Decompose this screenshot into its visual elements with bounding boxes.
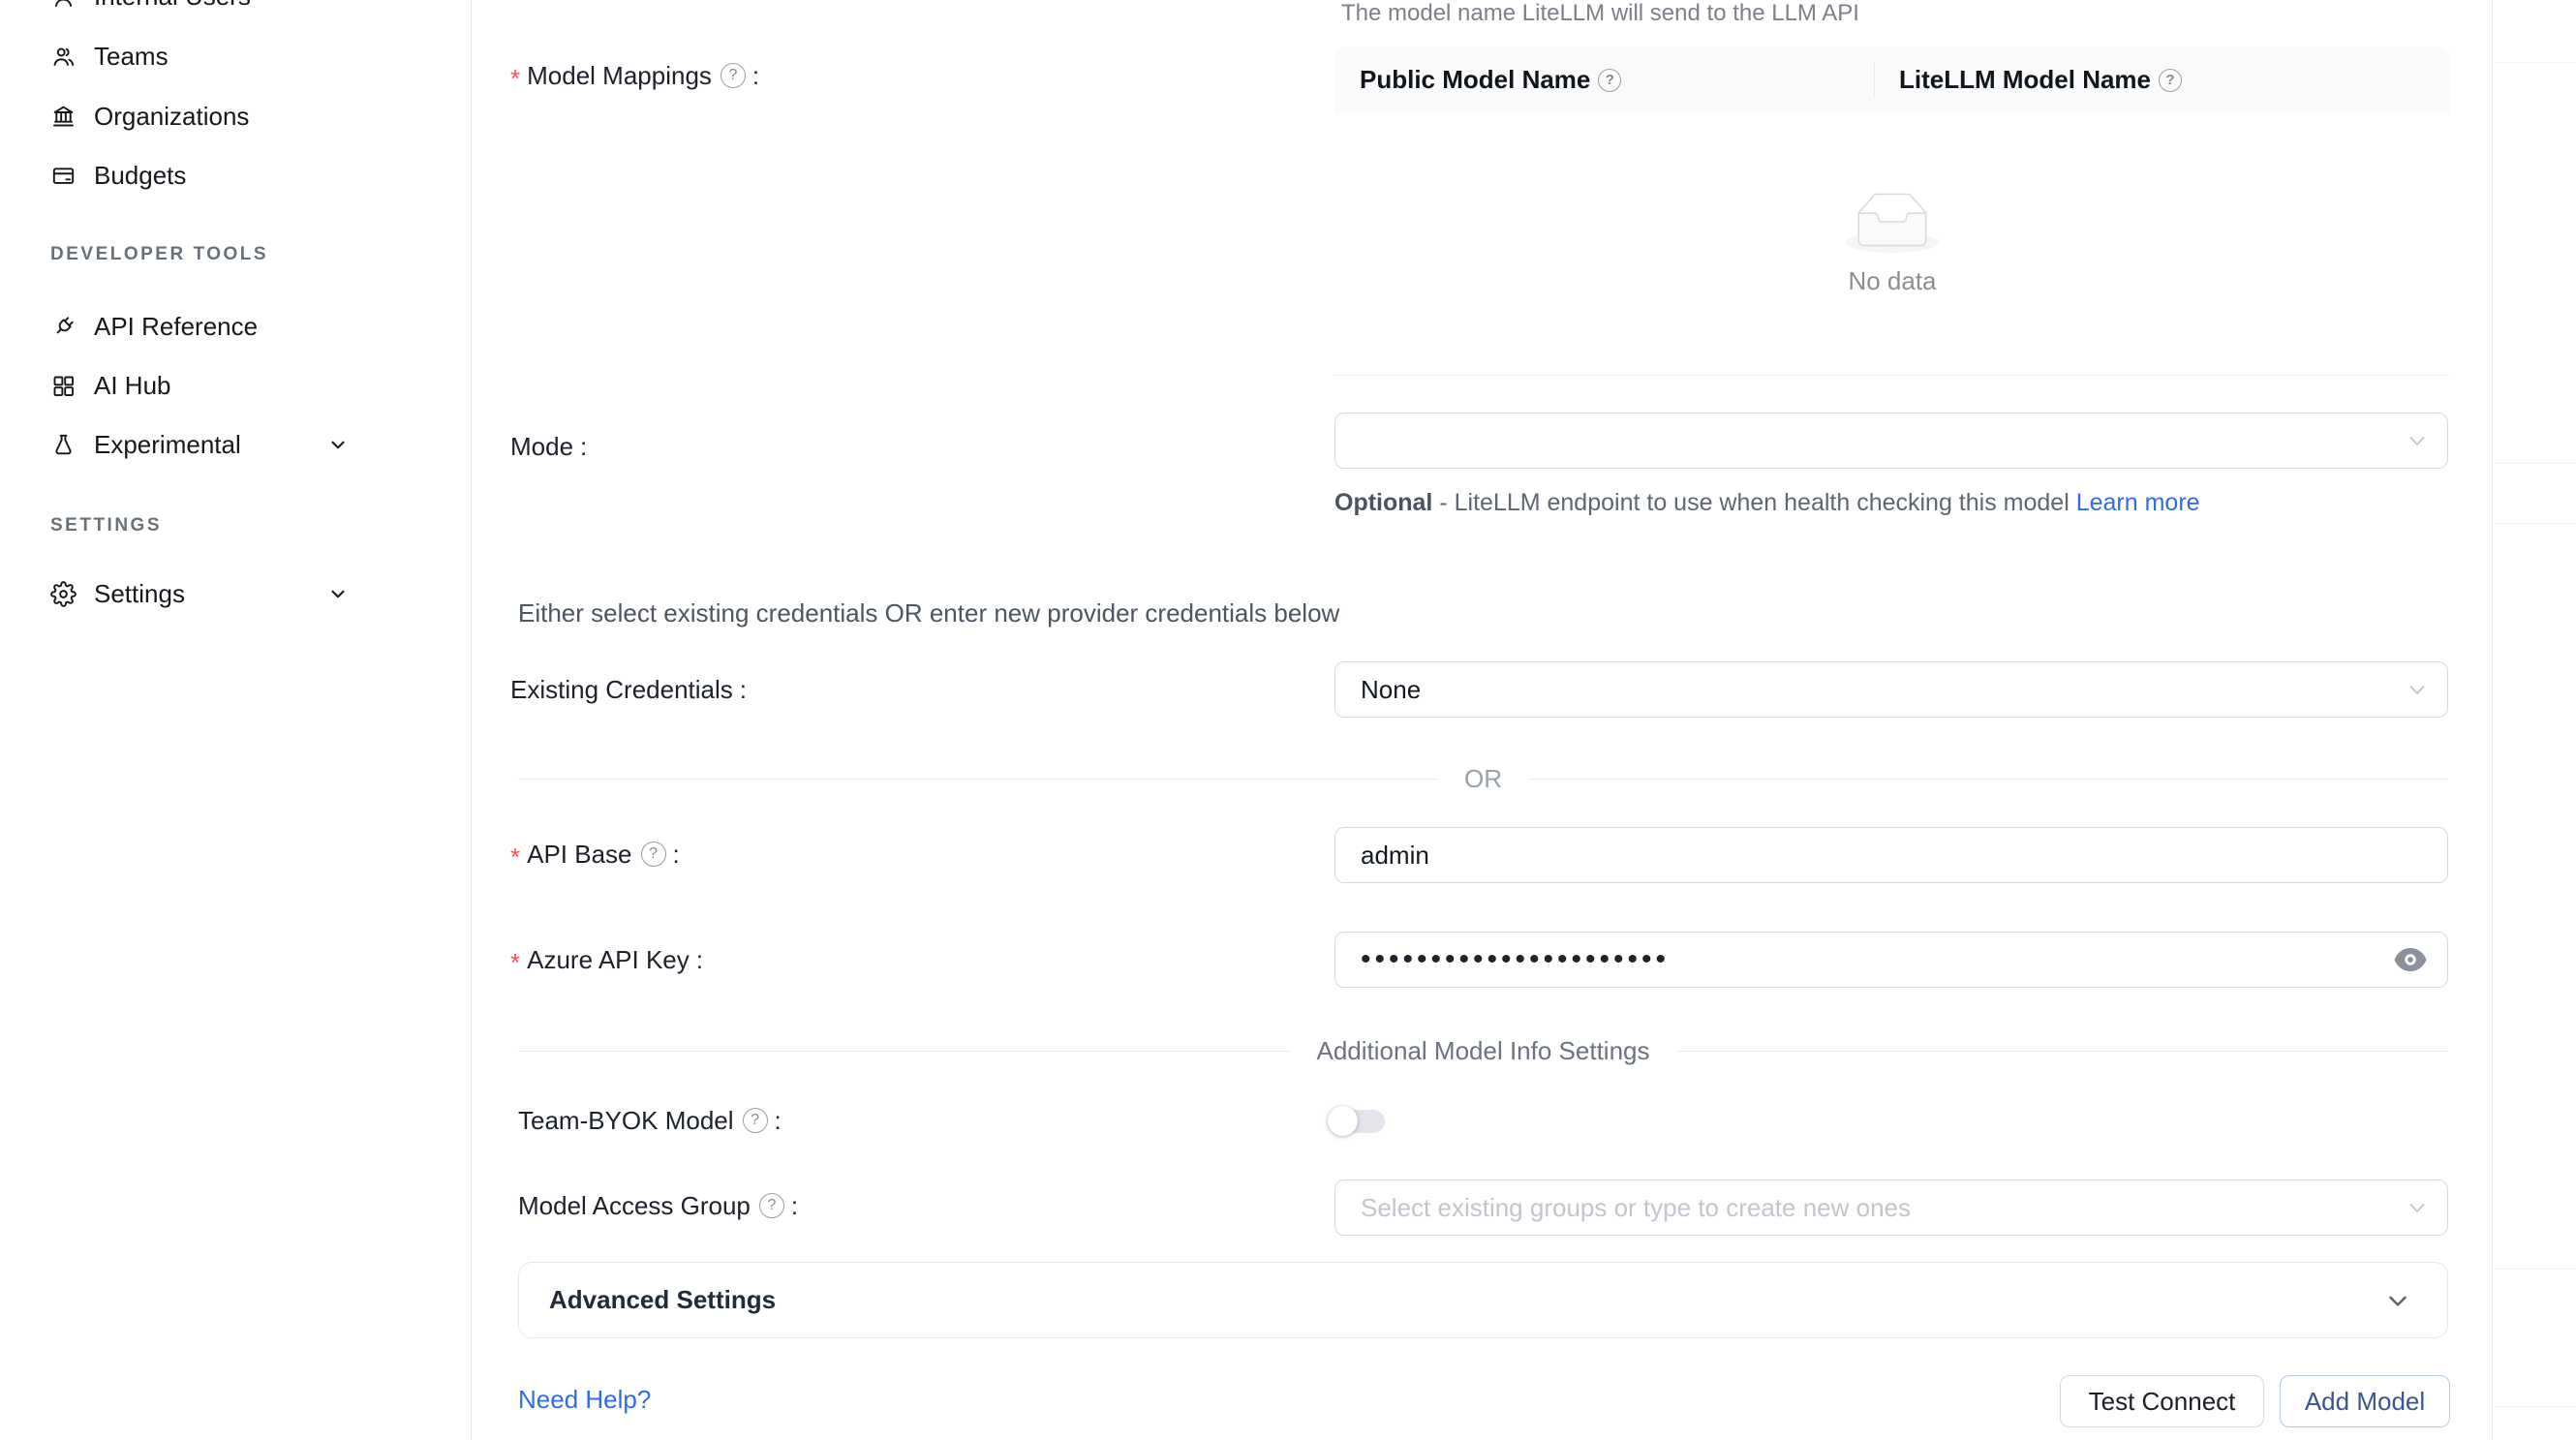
required-mark: *	[510, 948, 520, 978]
model-mappings-table: Public Model Name ? LiteLLM Model Name ?…	[1334, 46, 2450, 376]
need-help-link[interactable]: Need Help?	[518, 1385, 651, 1415]
sidebar-item-label: Settings	[94, 579, 185, 609]
sidebar-item-label: Internal Users	[94, 0, 251, 12]
sidebar-item-internal-users[interactable]: Internal Users	[0, 0, 471, 17]
masked-password-value: ••••••••••••••••••••••	[1361, 943, 1670, 976]
chevron-down-icon	[327, 583, 349, 604]
azure-api-key-input[interactable]: ••••••••••••••••••••••	[1334, 932, 2448, 988]
divider-line	[1529, 779, 2448, 780]
existing-credentials-select[interactable]: None	[1334, 661, 2448, 718]
info-divider: Additional Model Info Settings	[518, 1036, 2448, 1065]
sidebar-item-budgets[interactable]: Budgets	[0, 154, 471, 197]
help-icon[interactable]: ?	[721, 63, 746, 88]
help-icon[interactable]: ?	[1598, 69, 1621, 92]
sidebar: Internal Users Teams Organizations Budge…	[0, 0, 472, 1440]
sidebar-item-label: AI Hub	[94, 371, 171, 401]
sidebar-item-label: Organizations	[94, 102, 249, 132]
toggle-knob	[1328, 1106, 1358, 1136]
empty-text: No data	[1848, 266, 1936, 296]
empty-box-icon	[1845, 193, 1940, 253]
grid-icon	[50, 373, 77, 399]
content-right-border	[2492, 0, 2493, 1440]
litellm-admin-add-model-page: Internal Users Teams Organizations Budge…	[0, 0, 2576, 1440]
or-divider: OR	[518, 764, 2448, 793]
gutter-line	[2493, 523, 2576, 524]
learn-more-link[interactable]: Learn more	[2076, 489, 2200, 516]
chevron-down-icon	[2405, 1195, 2430, 1220]
users-icon	[50, 44, 77, 70]
user-icon	[50, 0, 77, 10]
mode-help-text: Optional - LiteLLM endpoint to use when …	[1334, 483, 2250, 523]
divider-line	[518, 1051, 1290, 1052]
mode-select[interactable]	[1334, 413, 2448, 469]
empty-state: No data	[1334, 113, 2450, 375]
help-icon[interactable]: ?	[759, 1193, 784, 1218]
sidebar-item-label: Budgets	[94, 161, 186, 191]
api-base-label: * API Base ? :	[510, 838, 680, 871]
flask-icon	[50, 432, 77, 458]
advanced-settings-header[interactable]: Advanced Settings	[518, 1262, 2448, 1338]
test-connect-button[interactable]: Test Connect	[2060, 1375, 2264, 1427]
gutter-line	[2493, 463, 2576, 464]
column-header-litellm-model-name: LiteLLM Model Name ?	[1899, 46, 2182, 113]
bank-icon	[50, 104, 77, 130]
add-model-button[interactable]: Add Model	[2280, 1375, 2450, 1427]
help-icon[interactable]: ?	[743, 1108, 768, 1133]
gutter-line	[2493, 1406, 2576, 1407]
credit-card-icon	[50, 163, 77, 189]
gutter-line	[2493, 62, 2576, 63]
gutter-line	[2493, 1269, 2576, 1270]
table-header: Public Model Name ? LiteLLM Model Name ?	[1334, 46, 2450, 113]
sidebar-item-organizations[interactable]: Organizations	[0, 95, 471, 138]
sidebar-item-ai-hub[interactable]: AI Hub	[0, 364, 471, 407]
model-access-group-placeholder: Select existing groups or type to create…	[1361, 1193, 1911, 1223]
help-icon[interactable]: ?	[2159, 69, 2182, 92]
api-base-value: admin	[1361, 841, 1429, 871]
existing-credentials-label: Existing Credentials :	[510, 673, 747, 706]
api-base-input[interactable]: admin	[1334, 827, 2448, 883]
advanced-settings-label: Advanced Settings	[549, 1285, 776, 1315]
credentials-note: Either select existing credentials OR en…	[518, 598, 1339, 628]
sidebar-section-settings: SETTINGS	[50, 515, 162, 536]
required-mark: *	[510, 843, 520, 873]
required-mark: *	[510, 64, 520, 94]
existing-credentials-value: None	[1361, 675, 1421, 705]
sidebar-item-api-reference[interactable]: API Reference	[0, 305, 471, 348]
divider-line	[518, 779, 1437, 780]
model-access-group-label: Model Access Group ? :	[518, 1189, 798, 1222]
divider-line	[1677, 1051, 2449, 1052]
sidebar-item-settings[interactable]: Settings	[0, 572, 471, 615]
gear-icon	[50, 581, 77, 607]
help-bold: Optional	[1334, 489, 1432, 516]
sidebar-item-experimental[interactable]: Experimental	[0, 423, 471, 466]
eye-icon[interactable]	[2393, 946, 2428, 973]
model-mappings-label: * Model Mappings ? :	[510, 59, 759, 92]
sidebar-section-developer-tools: DEVELOPER TOOLS	[50, 244, 268, 265]
sidebar-item-label: Teams	[94, 42, 169, 72]
plug-icon	[50, 314, 77, 340]
column-divider	[1874, 63, 1875, 98]
chevron-down-icon	[327, 434, 349, 455]
chevron-down-icon	[2405, 428, 2430, 453]
mode-label: Mode :	[510, 430, 587, 463]
help-icon[interactable]: ?	[641, 842, 666, 867]
azure-api-key-label: * Azure API Key :	[510, 943, 703, 976]
chevron-down-icon	[2383, 1286, 2412, 1315]
api-note: The model name LiteLLM will send to the …	[1341, 0, 1859, 27]
team-byok-toggle[interactable]	[1331, 1110, 1385, 1133]
sidebar-item-teams[interactable]: Teams	[0, 35, 471, 77]
team-byok-label: Team-BYOK Model ? :	[518, 1104, 782, 1137]
column-header-public-model-name: Public Model Name ?	[1360, 46, 1621, 113]
sidebar-item-label: Experimental	[94, 430, 241, 460]
sidebar-item-label: API Reference	[94, 312, 258, 342]
chevron-down-icon	[2405, 677, 2430, 702]
model-access-group-select[interactable]: Select existing groups or type to create…	[1334, 1180, 2448, 1236]
